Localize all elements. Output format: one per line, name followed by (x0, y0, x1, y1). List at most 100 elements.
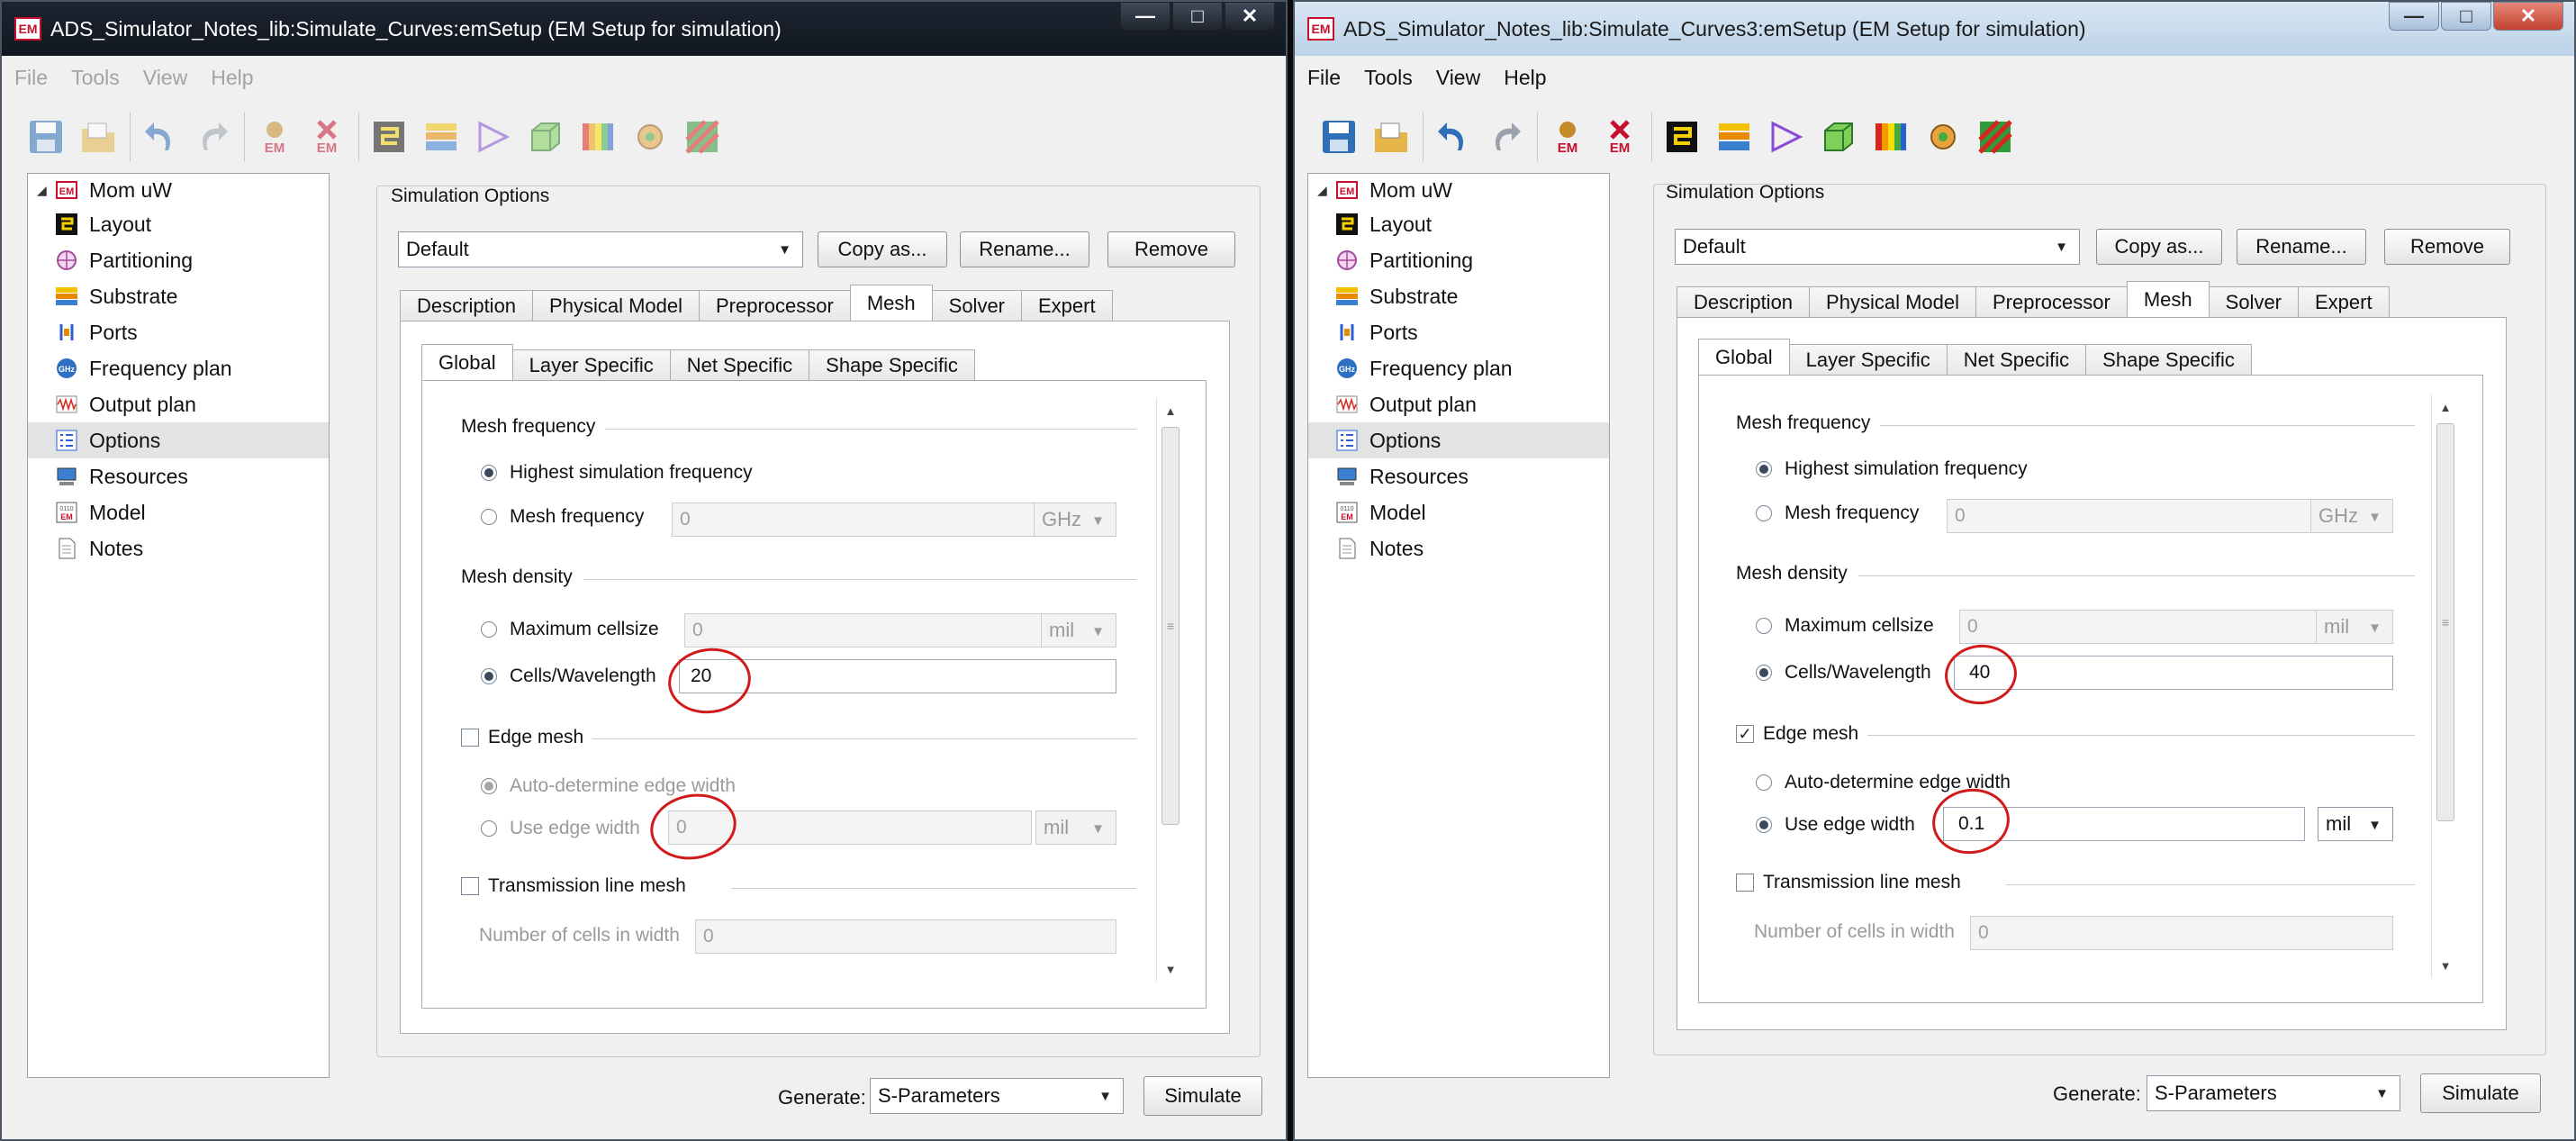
field-plot-icon[interactable] (682, 116, 723, 158)
transmission-line-option[interactable]: Transmission line mesh (461, 875, 686, 897)
open-folder-icon[interactable] (1370, 116, 1412, 158)
tab-solver[interactable]: Solver (931, 290, 1022, 321)
mesh-frequency-unit-select[interactable]: GHz ▼ (2310, 499, 2393, 533)
tree-item-model[interactable]: 0110 EM Model (28, 494, 329, 530)
transmission-line-checkbox[interactable] (1736, 874, 1754, 892)
tab-layer-specific[interactable]: Layer Specific (1788, 344, 1948, 375)
transmission-line-checkbox[interactable] (461, 877, 479, 895)
mesh-frequency-radio[interactable] (1756, 505, 1772, 521)
edge-mesh-option[interactable]: Edge mesh (461, 727, 583, 748)
tree-item-resources[interactable]: Resources (1308, 458, 1609, 494)
auto-edge-width-radio[interactable] (481, 778, 497, 794)
generate-select[interactable]: S-Parameters ▼ (870, 1078, 1124, 1114)
em-settings-icon[interactable]: EM (1547, 116, 1588, 158)
maximum-cellsize-radio[interactable] (1756, 618, 1772, 634)
tree-item-ports[interactable]: Ports (1308, 314, 1609, 350)
copy-as-button[interactable]: Copy as... (818, 231, 947, 267)
tree-item-model[interactable]: 0110 EM Model (1308, 494, 1609, 530)
tab-shape-specific[interactable]: Shape Specific (2085, 344, 2252, 375)
field-plot-icon[interactable] (1975, 116, 2016, 158)
close-icon[interactable]: ✕ (1225, 2, 1275, 31)
title-bar[interactable]: EM ADS_Simulator_Notes_lib:Simulate_Curv… (2, 2, 1286, 56)
use-edge-width-option[interactable]: Use edge width (1756, 814, 1915, 836)
tab-preprocessor[interactable]: Preprocessor (1975, 286, 2128, 317)
menu-tools[interactable]: Tools (71, 66, 120, 90)
tab-net-specific[interactable]: Net Specific (669, 349, 810, 380)
mesh-frequency-radio[interactable] (481, 509, 497, 525)
layout-icon[interactable] (368, 116, 410, 158)
edge-mesh-checkbox[interactable]: ✓ (1736, 725, 1754, 743)
simulate-button[interactable]: Simulate (2420, 1073, 2541, 1113)
tab-preprocessor[interactable]: Preprocessor (699, 290, 851, 321)
menu-view[interactable]: View (143, 66, 187, 90)
maximum-cellsize-input[interactable]: 0 (1959, 610, 2319, 644)
3d-view-icon[interactable] (525, 116, 566, 158)
tab-description[interactable]: Description (400, 290, 534, 321)
vertical-scrollbar[interactable]: ▲ ≡ ▼ (2431, 394, 2459, 978)
rename-button[interactable]: Rename... (960, 231, 1089, 267)
scroll-down-icon[interactable]: ▼ (1157, 956, 1184, 982)
preset-select[interactable]: Default ▼ (1675, 229, 2080, 265)
menu-file[interactable]: File (1307, 66, 1341, 90)
mesh-frequency-option[interactable]: Mesh frequency (1756, 503, 1919, 524)
use-edge-width-option[interactable]: Use edge width (481, 818, 640, 839)
tree-item-output-plan[interactable]: Output plan (28, 386, 329, 422)
open-folder-icon[interactable] (77, 116, 119, 158)
tab-physical-model[interactable]: Physical Model (532, 290, 700, 321)
tree-item-substrate[interactable]: Substrate (1308, 278, 1609, 314)
tree-item-options[interactable]: Options (1308, 422, 1609, 458)
em-clear-icon[interactable]: EM (306, 116, 348, 158)
mesh-frequency-option[interactable]: Mesh frequency (481, 506, 644, 528)
tab-mesh[interactable]: Mesh (2126, 281, 2210, 317)
tree-item-partitioning[interactable]: Partitioning (28, 242, 329, 278)
port-icon[interactable] (473, 116, 514, 158)
cells-per-wavelength-radio[interactable] (481, 668, 497, 684)
edge-mesh-option[interactable]: ✓ Edge mesh (1736, 723, 1858, 745)
port-icon[interactable] (1766, 116, 1807, 158)
em-settings-icon[interactable]: EM (254, 116, 295, 158)
cells-in-width-input[interactable]: 0 (695, 919, 1116, 954)
scroll-up-icon[interactable]: ▲ (2432, 394, 2459, 420)
maximum-cellsize-radio[interactable] (481, 621, 497, 638)
tree-item-frequency-plan[interactable]: GHz Frequency plan (28, 350, 329, 386)
tab-mesh[interactable]: Mesh (849, 285, 933, 321)
highest-frequency-radio[interactable] (481, 465, 497, 481)
menu-tools[interactable]: Tools (1364, 66, 1413, 90)
tab-description[interactable]: Description (1677, 286, 1811, 317)
tab-global[interactable]: Global (1698, 339, 1790, 375)
tree-item-notes[interactable]: Notes (28, 530, 329, 566)
color-map-icon[interactable] (1870, 116, 1912, 158)
cells-per-wavelength-option[interactable]: Cells/Wavelength (1756, 662, 1931, 684)
cells-in-width-input[interactable]: 0 (1970, 916, 2393, 950)
tab-expert[interactable]: Expert (1021, 290, 1113, 321)
minimize-icon[interactable]: — (1120, 2, 1170, 31)
maximum-cellsize-unit-select[interactable]: mil ▼ (1041, 613, 1116, 647)
tab-global[interactable]: Global (421, 344, 513, 380)
tree-item-frequency-plan[interactable]: GHz Frequency plan (1308, 350, 1609, 386)
tree-item-notes[interactable]: Notes (1308, 530, 1609, 566)
undo-icon[interactable] (1433, 116, 1474, 158)
tree-item-options[interactable]: Options (28, 422, 329, 458)
title-bar[interactable]: EM ADS_Simulator_Notes_lib:Simulate_Curv… (1295, 2, 2574, 56)
highest-frequency-option[interactable]: Highest simulation frequency (481, 462, 753, 484)
menu-view[interactable]: View (1436, 66, 1480, 90)
maximum-cellsize-option[interactable]: Maximum cellsize (481, 619, 659, 640)
remove-button[interactable]: Remove (1107, 231, 1235, 267)
tab-expert[interactable]: Expert (2298, 286, 2390, 317)
maximum-cellsize-option[interactable]: Maximum cellsize (1756, 615, 1934, 637)
tree-item-resources[interactable]: Resources (28, 458, 329, 494)
edge-mesh-checkbox[interactable] (461, 729, 479, 747)
vertical-scrollbar[interactable]: ▲ ≡ ▼ (1156, 398, 1184, 982)
scroll-thumb[interactable]: ≡ (2436, 423, 2454, 821)
save-icon[interactable] (25, 116, 67, 158)
undo-icon[interactable] (140, 116, 181, 158)
menu-file[interactable]: File (14, 66, 48, 90)
cells-per-wavelength-radio[interactable] (1756, 665, 1772, 681)
copy-as-button[interactable]: Copy as... (2096, 229, 2222, 265)
cells-per-wavelength-option[interactable]: Cells/Wavelength (481, 666, 656, 687)
tab-solver[interactable]: Solver (2208, 286, 2299, 317)
scroll-up-icon[interactable]: ▲ (1157, 398, 1184, 423)
mesh-frequency-input[interactable]: 0 (1947, 499, 2319, 533)
redo-icon[interactable] (1485, 116, 1526, 158)
highest-frequency-radio[interactable] (1756, 461, 1772, 477)
